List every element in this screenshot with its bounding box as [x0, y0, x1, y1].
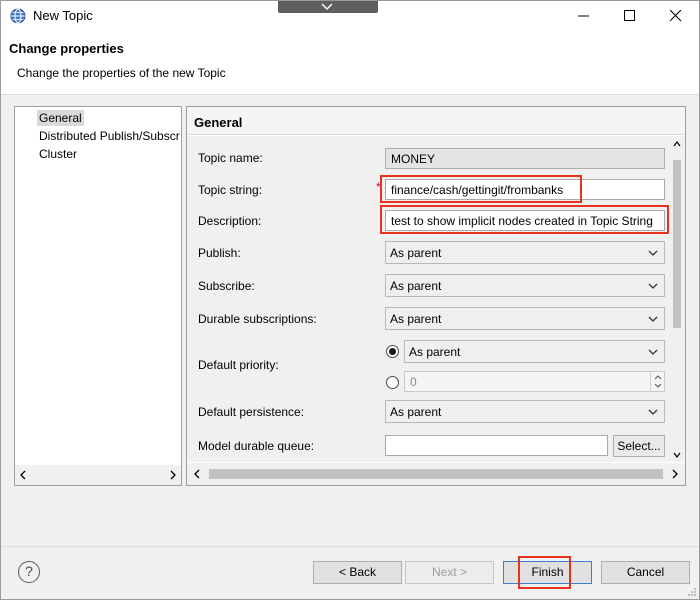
minimize-icon — [578, 15, 589, 17]
default-persistence-value: As parent — [390, 405, 442, 419]
tree-viewport: General Distributed Publish/Subscr Clust… — [15, 107, 181, 465]
chevron-down-icon[interactable] — [673, 452, 681, 458]
collapse-tab[interactable] — [278, 1, 378, 13]
resize-grip-icon[interactable] — [687, 587, 697, 597]
topic-name-field: MONEY — [385, 148, 665, 169]
panel-vertical-scrollbar[interactable] — [669, 136, 685, 462]
spinner-arrows[interactable] — [650, 372, 664, 391]
durable-subscriptions-label: Durable subscriptions: — [198, 312, 317, 326]
subscribe-select[interactable]: As parent — [385, 274, 665, 297]
description-label: Description: — [198, 214, 262, 228]
tree-item-cluster[interactable]: Cluster — [39, 146, 77, 162]
chevron-down-icon — [321, 3, 333, 11]
radio-dot — [389, 348, 396, 355]
close-button[interactable] — [653, 1, 699, 31]
cancel-button[interactable]: Cancel — [601, 561, 690, 584]
chevron-left-icon[interactable] — [193, 469, 201, 479]
default-persistence-select[interactable]: As parent — [385, 400, 665, 423]
topic-name-label: Topic name: — [198, 151, 263, 165]
page-subtitle: Change the properties of the new Topic — [17, 66, 226, 80]
priority-as-parent-select[interactable]: As parent — [404, 340, 665, 363]
publish-select[interactable]: As parent — [385, 241, 665, 264]
title-bar: New Topic — [1, 1, 699, 31]
durable-subscriptions-select[interactable]: As parent — [385, 307, 665, 330]
horizontal-scroll-thumb[interactable] — [209, 469, 663, 479]
chevron-up-icon[interactable] — [673, 141, 681, 147]
close-icon — [670, 10, 682, 22]
wizard-header: Change properties Change the properties … — [1, 31, 699, 95]
default-priority-label: Default priority: — [198, 358, 279, 372]
tree-item-distributed-publish-subscribe[interactable]: Distributed Publish/Subscr — [39, 128, 180, 144]
next-button[interactable]: Next > — [405, 561, 494, 584]
priority-spinner-value: 0 — [410, 375, 417, 389]
chevron-down-icon — [648, 250, 658, 256]
model-durable-queue-input[interactable] — [385, 435, 608, 456]
back-button[interactable]: < Back — [313, 561, 402, 584]
footer-separator — [1, 546, 699, 547]
panel-horizontal-scrollbar[interactable] — [187, 463, 685, 485]
priority-select-value: As parent — [409, 345, 461, 359]
durable-subscriptions-value: As parent — [390, 312, 442, 326]
priority-value-radio[interactable] — [386, 376, 399, 389]
chevron-down-icon — [648, 409, 658, 415]
maximize-icon — [624, 10, 635, 21]
new-topic-dialog: New Topic Change properties Change the p… — [0, 0, 700, 600]
minimize-button[interactable] — [561, 1, 607, 31]
panel-header: General — [187, 107, 685, 135]
priority-as-parent-radio[interactable] — [386, 345, 399, 358]
chevron-down-icon — [648, 283, 658, 289]
maximize-button[interactable] — [607, 1, 653, 31]
globe-app-icon — [10, 8, 26, 24]
finish-highlight — [518, 556, 571, 589]
description-highlight — [380, 205, 669, 234]
panel-title: General — [194, 115, 243, 130]
spinner-up-down-icon — [654, 375, 662, 388]
general-properties-panel: General Topic name: MONEY Topic string: … — [186, 106, 686, 486]
chevron-left-icon[interactable] — [19, 470, 27, 480]
property-category-tree: General Distributed Publish/Subscr Clust… — [14, 106, 182, 486]
page-title: Change properties — [9, 41, 124, 56]
publish-value: As parent — [390, 246, 442, 260]
vertical-scroll-thumb[interactable] — [673, 160, 681, 328]
tree-item-general[interactable]: General — [37, 110, 84, 126]
topic-string-highlight — [380, 175, 582, 203]
chevron-right-icon[interactable] — [671, 469, 679, 479]
model-durable-queue-label: Model durable queue: — [198, 439, 315, 453]
chevron-right-icon[interactable] — [169, 470, 177, 480]
default-persistence-label: Default persistence: — [198, 405, 305, 419]
subscribe-value: As parent — [390, 279, 442, 293]
select-queue-button[interactable]: Select... — [613, 435, 665, 457]
chevron-down-icon — [648, 349, 658, 355]
publish-label: Publish: — [198, 246, 241, 260]
chevron-down-icon — [648, 316, 658, 322]
properties-form: Topic name: MONEY Topic string: * financ… — [187, 136, 669, 462]
tree-horizontal-scrollbar[interactable] — [15, 465, 181, 485]
help-button[interactable]: ? — [18, 561, 40, 583]
subscribe-label: Subscribe: — [198, 279, 255, 293]
window-title: New Topic — [33, 8, 93, 23]
topic-string-label: Topic string: — [198, 183, 263, 197]
priority-value-spinner[interactable]: 0 — [404, 371, 665, 392]
